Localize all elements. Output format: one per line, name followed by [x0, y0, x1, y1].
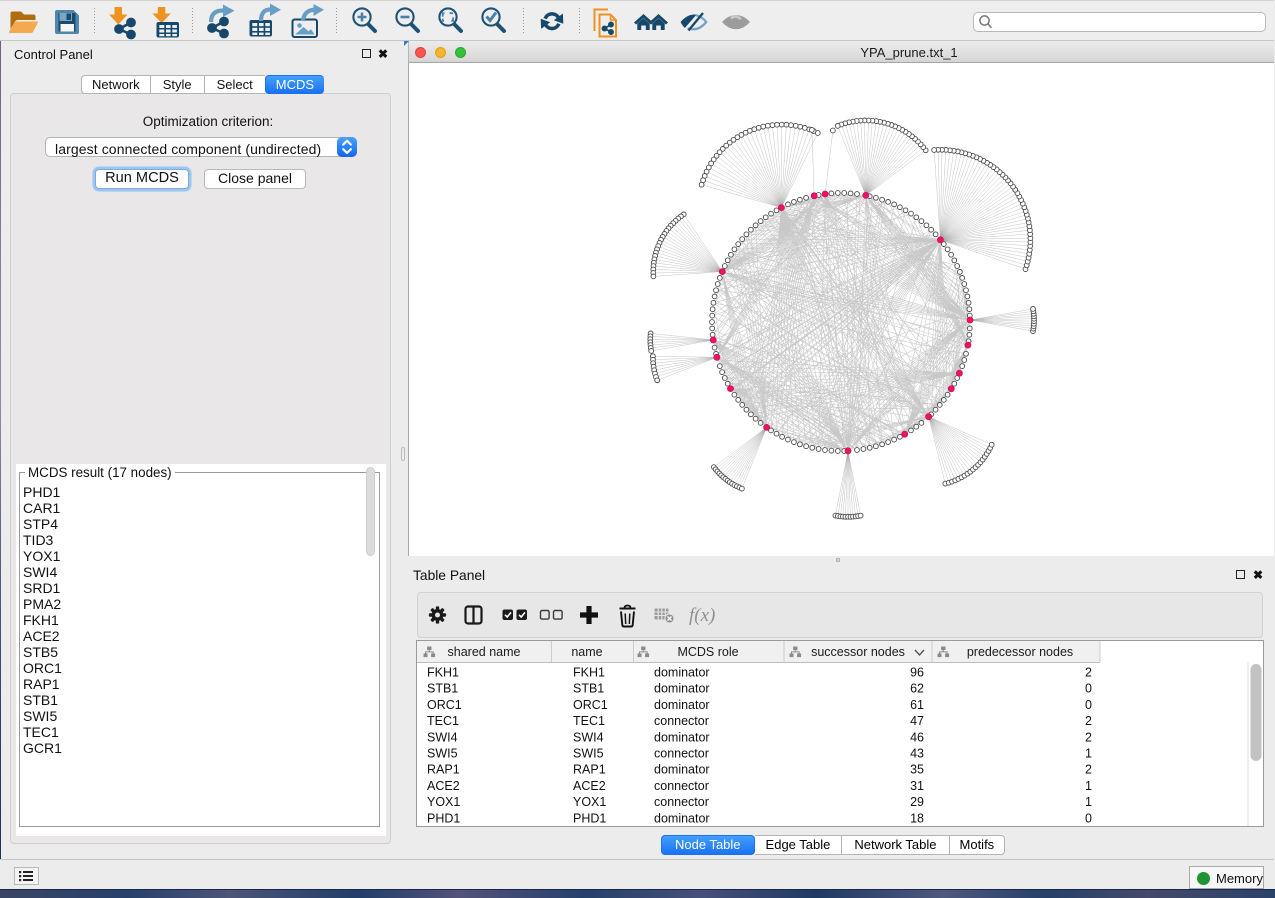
svg-text:PHD1: PHD1 — [573, 811, 606, 825]
svg-text:SWI5: SWI5 — [573, 747, 604, 761]
svg-text:predecessor nodes: predecessor nodes — [967, 645, 1073, 659]
svg-text:ACE2: ACE2 — [427, 779, 460, 793]
svg-text:f(x): f(x) — [689, 605, 715, 626]
svg-text:STB1: STB1 — [573, 682, 604, 696]
svg-text:connector: connector — [654, 795, 709, 809]
svg-text:dominator: dominator — [654, 698, 710, 712]
svg-text:ACE2: ACE2 — [573, 779, 606, 793]
svg-text:62: 62 — [910, 682, 924, 696]
svg-text:31: 31 — [910, 779, 924, 793]
svg-text:1: 1 — [1085, 747, 1092, 761]
svg-text:FKH1: FKH1 — [427, 666, 459, 680]
svg-text:dominator: dominator — [654, 763, 710, 777]
svg-text:successor nodes: successor nodes — [811, 645, 905, 659]
svg-text:connector: connector — [654, 747, 709, 761]
svg-text:name: name — [571, 645, 602, 659]
svg-text:1: 1 — [1085, 795, 1092, 809]
svg-text:connector: connector — [654, 714, 709, 728]
svg-text:1: 1 — [1085, 779, 1092, 793]
svg-text:shared name: shared name — [448, 645, 521, 659]
svg-text:SWI4: SWI4 — [573, 730, 604, 744]
svg-text:96: 96 — [910, 666, 924, 680]
svg-text:dominator: dominator — [654, 666, 710, 680]
svg-text:2: 2 — [1085, 730, 1092, 744]
svg-text:connector: connector — [654, 779, 709, 793]
svg-text:0: 0 — [1085, 698, 1092, 712]
svg-text:TEC1: TEC1 — [573, 714, 605, 728]
svg-text:2: 2 — [1085, 714, 1092, 728]
svg-text:18: 18 — [910, 811, 924, 825]
svg-text:SWI4: SWI4 — [427, 730, 458, 744]
svg-text:61: 61 — [910, 698, 924, 712]
svg-text:35: 35 — [910, 763, 924, 777]
svg-text:2: 2 — [1085, 763, 1092, 777]
svg-text:dominator: dominator — [654, 682, 710, 696]
svg-text:RAP1: RAP1 — [573, 763, 606, 777]
svg-text:MCDS role: MCDS role — [677, 645, 738, 659]
svg-text:ORC1: ORC1 — [573, 698, 608, 712]
svg-text:SWI5: SWI5 — [427, 747, 458, 761]
svg-text:43: 43 — [910, 747, 924, 761]
svg-text:RAP1: RAP1 — [427, 763, 460, 777]
svg-text:ORC1: ORC1 — [427, 698, 462, 712]
svg-text:YOX1: YOX1 — [573, 795, 606, 809]
svg-text:PHD1: PHD1 — [427, 811, 460, 825]
svg-text:46: 46 — [910, 730, 924, 744]
svg-text:FKH1: FKH1 — [573, 666, 605, 680]
svg-text:STB1: STB1 — [427, 682, 458, 696]
svg-text:TEC1: TEC1 — [427, 714, 459, 728]
svg-text:47: 47 — [910, 714, 924, 728]
svg-text:0: 0 — [1085, 682, 1092, 696]
svg-text:dominator: dominator — [654, 730, 710, 744]
svg-text:2: 2 — [1085, 666, 1092, 680]
svg-text:YOX1: YOX1 — [427, 795, 460, 809]
svg-text:dominator: dominator — [654, 811, 710, 825]
svg-text:0: 0 — [1085, 811, 1092, 825]
svg-text:29: 29 — [910, 795, 924, 809]
